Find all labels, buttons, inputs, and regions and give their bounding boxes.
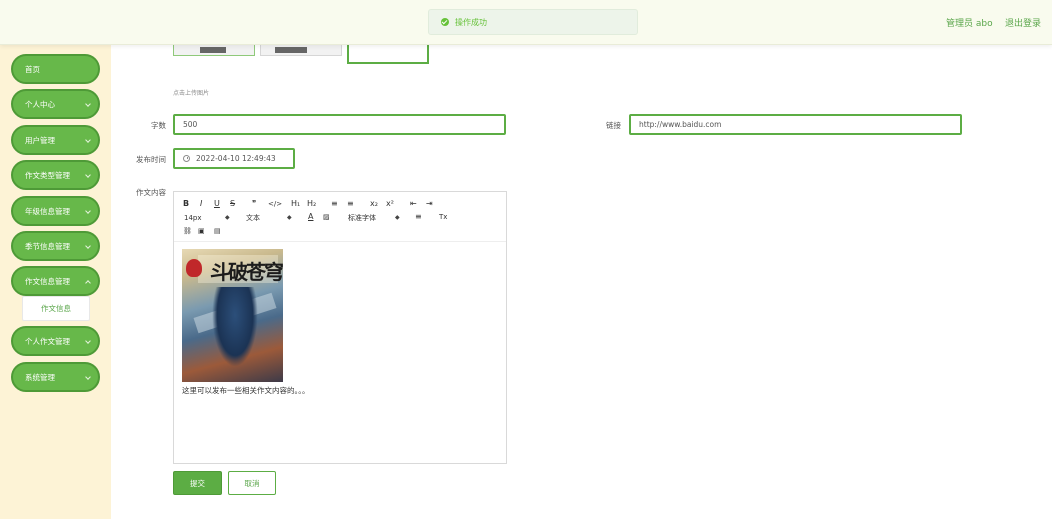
- sidebar-item-label: 年级信息管理: [25, 206, 70, 216]
- clear-format-button[interactable]: Tx: [439, 212, 447, 222]
- toast-text: 操作成功: [455, 17, 487, 27]
- uploaded-image-thumb[interactable]: [260, 44, 342, 56]
- video-button[interactable]: ▤: [214, 226, 221, 236]
- h1-button[interactable]: H₁: [291, 199, 300, 209]
- content-label: 作文内容: [136, 188, 166, 197]
- upload-hint: 点击上传图片: [173, 90, 210, 97]
- chevron-down-icon: [85, 101, 91, 107]
- chevron-down-icon: [85, 243, 91, 249]
- clock-icon: [183, 155, 190, 162]
- font-family-caret-icon: ◆: [395, 214, 400, 221]
- sidebar-item-label: 作文信息管理: [25, 276, 70, 286]
- bg-color-button[interactable]: ▨: [323, 212, 330, 222]
- indent-button[interactable]: ⇥: [426, 199, 433, 209]
- quote-button[interactable]: ❞: [252, 199, 256, 209]
- link-value: http://www.baidu.com: [639, 120, 722, 129]
- rich-text-editor[interactable]: B I U S ❞ </> H₁ H₂ ≡ ≡ x₂ x² ⇤ ⇥ 14px ◆…: [173, 191, 507, 464]
- subscript-button[interactable]: x₂: [370, 199, 378, 209]
- chevron-down-icon: [85, 172, 91, 178]
- sidebar-item-label: 个人作文管理: [25, 336, 70, 346]
- sidebar-item-label: 作文类型管理: [25, 170, 70, 180]
- sidebar-item-seasons[interactable]: 季节信息管理: [11, 231, 100, 261]
- font-size-caret-icon: ◆: [225, 214, 230, 221]
- chevron-up-icon: [85, 280, 91, 286]
- sidebar-item-system[interactable]: 系统管理: [11, 362, 100, 392]
- sidebar-item-home[interactable]: 首页: [11, 54, 100, 84]
- sidebar-item-label: 首页: [25, 64, 40, 74]
- sidebar-item-label: 季节信息管理: [25, 241, 70, 251]
- image-button[interactable]: ▣: [198, 226, 205, 236]
- sidebar-item-essay-types[interactable]: 作文类型管理: [11, 160, 100, 190]
- sidebar-item-profile[interactable]: 个人中心: [11, 89, 100, 119]
- sidebar-item-users[interactable]: 用户管理: [11, 125, 100, 155]
- upload-trigger[interactable]: [347, 44, 429, 64]
- publish-time-value: 2022-04-10 12:49:43: [196, 154, 276, 163]
- chevron-down-icon: [85, 338, 91, 344]
- cover-title: 斗破苍穹: [210, 260, 283, 284]
- underline-button[interactable]: U: [214, 199, 220, 209]
- wordcount-value: 500: [183, 120, 198, 129]
- link-input[interactable]: http://www.baidu.com: [629, 114, 962, 135]
- font-family-select[interactable]: 标准字体: [348, 213, 376, 223]
- success-toast: 操作成功: [428, 9, 638, 35]
- wordcount-label: 字数: [151, 121, 166, 130]
- submenu-essay-info[interactable]: 作文信息: [22, 296, 90, 321]
- outdent-button[interactable]: ⇤: [410, 199, 417, 209]
- book-cover-image: 斗破苍穹: [182, 249, 283, 382]
- bullet-list-button[interactable]: ≡: [347, 199, 354, 209]
- editor-toolbar: B I U S ❞ </> H₁ H₂ ≡ ≡ x₂ x² ⇤ ⇥ 14px ◆…: [174, 192, 506, 242]
- logout-link[interactable]: 退出登录: [1005, 16, 1041, 29]
- font-color-button[interactable]: A: [308, 212, 313, 222]
- text-style-caret-icon: ◆: [287, 214, 292, 221]
- top-header: 操作成功 管理员 abo 退出登录: [0, 0, 1052, 45]
- cover-figure: [212, 287, 258, 367]
- chevron-down-icon: [85, 137, 91, 143]
- cover-seal: [186, 259, 202, 277]
- strike-button[interactable]: S: [230, 199, 235, 209]
- submit-button[interactable]: 提交: [173, 471, 222, 495]
- link-label: 链接: [606, 121, 621, 130]
- text-style-select[interactable]: 文本: [246, 213, 260, 223]
- chevron-down-icon: [85, 208, 91, 214]
- publish-time-label: 发布时间: [136, 155, 166, 164]
- sidebar-item-essays[interactable]: 作文信息管理: [11, 266, 100, 296]
- wordcount-input[interactable]: 500: [173, 114, 506, 135]
- sidebar-item-label: 个人中心: [25, 99, 55, 109]
- sidebar-item-grades[interactable]: 年级信息管理: [11, 196, 100, 226]
- sidebar-item-label: 系统管理: [25, 372, 55, 382]
- sidebar: 首页 个人中心 用户管理 作文类型管理 年级信息管理 季节信息管理 作文信息管理…: [0, 0, 111, 519]
- cancel-button[interactable]: 取消: [228, 471, 276, 495]
- superscript-button[interactable]: x²: [386, 199, 394, 209]
- ordered-list-button[interactable]: ≡: [331, 199, 338, 209]
- font-size-select[interactable]: 14px: [184, 213, 202, 223]
- code-button[interactable]: </>: [268, 199, 282, 209]
- sidebar-item-my-essays[interactable]: 个人作文管理: [11, 326, 100, 356]
- current-user: 管理员 abo: [946, 19, 993, 29]
- thumb-image: [200, 47, 226, 53]
- publish-time-picker[interactable]: 2022-04-10 12:49:43: [173, 148, 295, 169]
- link-button[interactable]: ⛓: [183, 226, 192, 236]
- editor-text: 这里可以发布一些相关作文内容的。。。: [182, 386, 310, 395]
- h2-button[interactable]: H₂: [307, 199, 316, 209]
- sidebar-item-label: 用户管理: [25, 135, 55, 145]
- thumb-image: [275, 47, 307, 53]
- align-button[interactable]: ≡: [415, 212, 422, 222]
- chevron-down-icon: [85, 374, 91, 380]
- check-circle-icon: [441, 18, 449, 26]
- bold-button[interactable]: B: [183, 199, 189, 209]
- uploaded-image-thumb[interactable]: [173, 44, 255, 56]
- italic-button[interactable]: I: [200, 199, 202, 209]
